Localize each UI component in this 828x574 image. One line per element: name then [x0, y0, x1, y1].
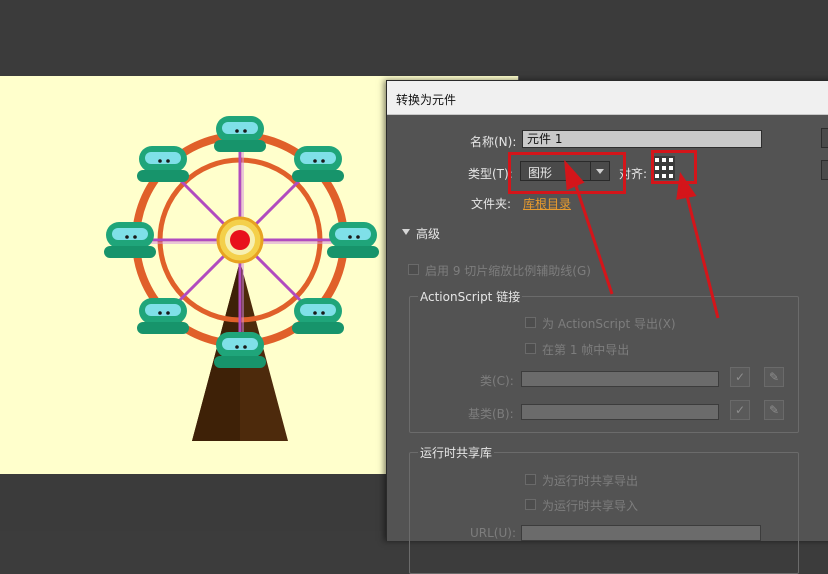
folder-link[interactable]: 库根目录 [523, 195, 571, 212]
registration-highlight [651, 150, 697, 184]
dialog-title: 转换为元件 [396, 93, 457, 107]
check-icon[interactable]: ✓ [730, 367, 750, 387]
runtime-export-label: 为运行时共享导出 [542, 474, 639, 488]
type-select-highlight [508, 152, 626, 194]
base-class-label: 基类(B): [468, 407, 514, 421]
url-input[interactable] [521, 525, 761, 541]
export-actionscript-label: 为 ActionScript 导出(X) [542, 317, 676, 331]
export-actionscript-checkbox[interactable] [525, 317, 536, 328]
ok-button[interactable] [821, 128, 828, 148]
base-class-input[interactable] [521, 404, 719, 420]
symbol-name-input[interactable]: 元件 1 [522, 130, 762, 148]
runtime-group-title: 运行时共享库 [418, 444, 495, 461]
runtime-export-checkbox[interactable] [525, 474, 536, 485]
export-first-frame-label: 在第 1 帧中导出 [542, 343, 630, 357]
runtime-import-label: 为运行时共享导入 [542, 499, 639, 513]
class-label: 类(C): [480, 374, 514, 388]
actionscript-group-title: ActionScript 链接 [418, 288, 523, 305]
nine-slice-label: 启用 9 切片缩放比例辅助线(G) [425, 264, 591, 278]
pencil-icon[interactable]: ✎ [764, 367, 784, 387]
advanced-expand-icon[interactable] [402, 229, 410, 235]
cancel-button[interactable] [821, 160, 828, 180]
convert-to-symbol-dialog: 转换为元件 名称(N): 元件 1 类型(T): 图形 对齐: 文件夹: 库根目… [386, 80, 828, 574]
nine-slice-checkbox[interactable] [408, 264, 419, 275]
advanced-label[interactable]: 高级 [416, 225, 440, 242]
dialog-titlebar[interactable]: 转换为元件 [387, 81, 828, 115]
url-label: URL(U): [470, 526, 516, 540]
name-label: 名称(N): [470, 135, 517, 149]
folder-label: 文件夹: [471, 197, 512, 211]
pencil-icon[interactable]: ✎ [764, 400, 784, 420]
check-icon[interactable]: ✓ [730, 400, 750, 420]
class-input[interactable] [521, 371, 719, 387]
hub-center [230, 230, 250, 250]
runtime-import-checkbox[interactable] [525, 499, 536, 510]
actionscript-group: ActionScript 链接 为 ActionScript 导出(X) 在第 … [409, 288, 799, 433]
export-first-frame-checkbox[interactable] [525, 343, 536, 354]
type-label: 类型(T): [468, 167, 513, 181]
runtime-shared-library-group: 运行时共享库 为运行时共享导出 为运行时共享导入 URL(U): [409, 444, 799, 574]
